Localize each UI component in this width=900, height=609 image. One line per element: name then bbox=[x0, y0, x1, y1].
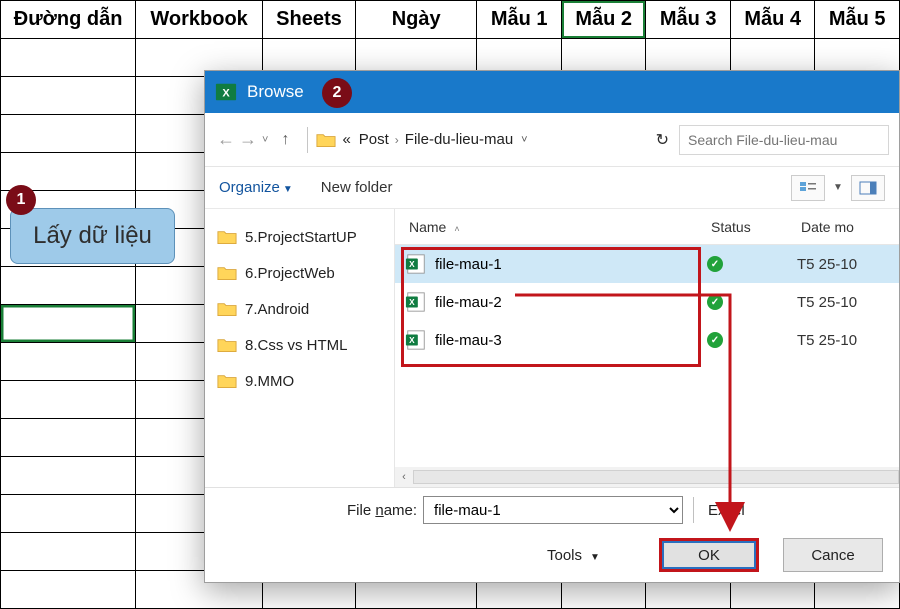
crumb-prefix: « bbox=[342, 131, 350, 148]
new-folder-button[interactable]: New folder bbox=[321, 179, 393, 196]
tree-node[interactable]: 9.MMO bbox=[217, 363, 394, 399]
crumb-item[interactable]: Post bbox=[359, 131, 389, 148]
crumb-item[interactable]: File-du-lieu-mau bbox=[405, 131, 513, 148]
step-badge-2: 2 bbox=[322, 78, 352, 108]
preview-pane-button[interactable] bbox=[851, 175, 885, 201]
col-header[interactable]: Mẫu 3 bbox=[646, 1, 731, 39]
view-mode-button[interactable] bbox=[791, 175, 825, 201]
dialog-title: Browse bbox=[247, 82, 304, 102]
separator bbox=[693, 497, 694, 523]
selected-cell[interactable] bbox=[1, 305, 136, 343]
file-name-select[interactable]: file-mau-1 bbox=[423, 496, 683, 524]
col-name-header[interactable]: Name˄ bbox=[401, 219, 711, 235]
svg-text:X: X bbox=[409, 260, 415, 269]
file-name-label: File name: bbox=[347, 502, 417, 519]
file-name: file-mau-1 bbox=[435, 256, 707, 273]
dialog-titlebar[interactable]: X Browse bbox=[205, 71, 899, 113]
file-name: file-mau-2 bbox=[435, 294, 707, 311]
file-status: ✓ bbox=[707, 332, 797, 348]
browse-dialog: X Browse ← → ˅ ↑ « Post › File-du-lieu-m… bbox=[204, 70, 900, 583]
file-row[interactable]: X file-mau-2 ✓ T5 25-10 bbox=[395, 283, 899, 321]
chevron-down-icon[interactable]: ▼ bbox=[831, 182, 845, 193]
file-name: file-mau-3 bbox=[435, 332, 707, 349]
col-header[interactable]: Mẫu 5 bbox=[815, 1, 900, 39]
dialog-nav: ← → ˅ ↑ « Post › File-du-lieu-mau ˅ ↻ bbox=[205, 113, 899, 167]
folder-icon bbox=[316, 132, 336, 148]
col-header[interactable]: Sheets bbox=[262, 1, 355, 39]
col-header[interactable]: Mẫu 1 bbox=[477, 1, 562, 39]
scrollbar-track[interactable] bbox=[413, 470, 899, 484]
horizontal-scrollbar[interactable]: ‹ bbox=[395, 467, 899, 487]
file-date: T5 25-10 bbox=[797, 294, 899, 311]
scroll-left-icon[interactable]: ‹ bbox=[395, 471, 413, 483]
file-type-dropdown[interactable]: Excel bbox=[708, 502, 745, 519]
col-header[interactable]: Mẫu 4 bbox=[730, 1, 815, 39]
col-status-header[interactable]: Status bbox=[711, 219, 801, 235]
tools-button[interactable]: Tools▼ bbox=[547, 547, 600, 564]
excel-file-icon: X bbox=[405, 329, 427, 351]
nav-forward-icon[interactable]: → bbox=[237, 129, 259, 150]
nav-history-icon[interactable]: ˅ bbox=[262, 134, 268, 146]
tree-node[interactable]: 8.Css vs HTML bbox=[217, 327, 394, 363]
file-row[interactable]: X file-mau-3 ✓ T5 25-10 bbox=[395, 321, 899, 359]
ok-button[interactable]: OK bbox=[659, 538, 759, 572]
tree-label: 5.ProjectStartUP bbox=[245, 229, 357, 246]
search-input[interactable] bbox=[679, 125, 889, 155]
cancel-button[interactable]: Cance bbox=[783, 538, 883, 572]
col-header[interactable]: Đường dẫn bbox=[1, 1, 136, 39]
col-date-header[interactable]: Date mo bbox=[801, 219, 899, 235]
file-list-header[interactable]: Name˄ Status Date mo bbox=[395, 209, 899, 245]
file-status: ✓ bbox=[707, 294, 797, 310]
tree-label: 6.ProjectWeb bbox=[245, 265, 335, 282]
organize-button[interactable]: Organize▼ bbox=[219, 179, 293, 196]
file-row[interactable]: X file-mau-1 ✓ T5 25-10 bbox=[395, 245, 899, 283]
col-header[interactable]: Mẫu 2 bbox=[561, 1, 646, 39]
tree-node[interactable]: 6.ProjectWeb bbox=[217, 255, 394, 291]
file-status: ✓ bbox=[707, 256, 797, 272]
folder-tree[interactable]: 5.ProjectStartUP 6.ProjectWeb 7.Android … bbox=[205, 209, 395, 487]
col-header[interactable]: Workbook bbox=[136, 1, 263, 39]
svg-text:X: X bbox=[409, 336, 415, 345]
tree-label: 7.Android bbox=[245, 301, 309, 318]
status-ok-icon: ✓ bbox=[707, 294, 723, 310]
get-data-button[interactable]: Lấy dữ liệu bbox=[10, 208, 175, 264]
file-date: T5 25-10 bbox=[797, 256, 899, 273]
dialog-toolbar: Organize▼ New folder ▼ bbox=[205, 167, 899, 209]
excel-file-icon: X bbox=[405, 291, 427, 313]
nav-up-icon[interactable]: ↑ bbox=[275, 131, 295, 149]
status-ok-icon: ✓ bbox=[707, 256, 723, 272]
file-date: T5 25-10 bbox=[797, 332, 899, 349]
chevron-right-icon: › bbox=[395, 133, 399, 147]
nav-back-icon[interactable]: ← bbox=[215, 129, 237, 150]
tree-node[interactable]: 7.Android bbox=[217, 291, 394, 327]
chevron-down-icon[interactable]: ˅ bbox=[521, 134, 527, 146]
file-list: X file-mau-1 ✓ T5 25-10 X file-mau-2 ✓ T… bbox=[395, 245, 899, 467]
excel-icon: X bbox=[215, 81, 237, 103]
status-ok-icon: ✓ bbox=[707, 332, 723, 348]
separator bbox=[307, 127, 308, 153]
step-badge-1: 1 bbox=[6, 185, 36, 215]
svg-text:X: X bbox=[409, 298, 415, 307]
sort-asc-icon: ˄ bbox=[454, 224, 459, 234]
svg-text:X: X bbox=[222, 88, 230, 100]
col-header[interactable]: Ngày bbox=[355, 1, 476, 39]
excel-file-icon: X bbox=[405, 253, 427, 275]
tree-label: 9.MMO bbox=[245, 373, 294, 390]
tree-label: 8.Css vs HTML bbox=[245, 337, 348, 354]
refresh-icon[interactable]: ↻ bbox=[656, 130, 669, 150]
tree-node[interactable]: 5.ProjectStartUP bbox=[217, 219, 394, 255]
breadcrumb[interactable]: « Post › File-du-lieu-mau ˅ bbox=[336, 131, 643, 148]
